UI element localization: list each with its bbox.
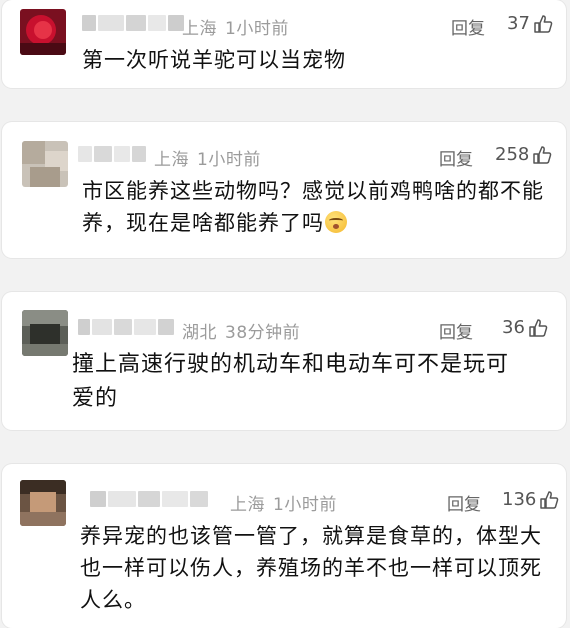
comment-line: 第一次听说羊驼可以当宠物 [82,48,346,72]
like-button[interactable]: 37 [507,13,553,34]
location-label: 上海 [154,150,189,170]
comment-card: 湖北 38分钟前 回复 36 撞上高速行驶的机动车和电动车可不是玩可 爱的 [2,292,566,430]
timestamp: 38分钟前 [225,323,301,343]
avatar[interactable] [22,310,68,356]
username-redacted[interactable] [82,14,184,32]
like-button[interactable]: 258 [495,144,552,165]
reply-button[interactable]: 回复 [439,145,473,170]
location-label: 上海 [230,495,265,515]
comment-line: 人么。 [80,588,146,612]
location-label: 上海 [182,19,217,39]
avatar[interactable] [20,480,66,526]
comment-card: 上海 1小时前 回复 258 市区能养这些动物吗？感觉以前鸡鸭啥的都不能 养，现在… [2,122,566,258]
timestamp: 1小时前 [273,495,337,515]
thumbs-up-icon [533,145,552,164]
like-button[interactable]: 136 [502,489,559,510]
comment-text: 撞上高速行驶的机动车和电动车可不是玩可 爱的 [72,348,557,416]
location-label: 湖北 [182,323,217,343]
username-redacted[interactable] [78,145,146,163]
username-redacted[interactable] [78,318,174,336]
like-count: 36 [502,317,525,338]
comment-card: 上海 1小时前 回复 136 养异宠的也该管一管了，就算是食草的，体型大 也一样可… [2,464,566,628]
avatar[interactable] [20,9,66,55]
comment-line: 撞上高速行驶的机动车和电动车可不是玩可 [72,352,510,377]
like-count: 258 [495,144,530,165]
timestamp: 1小时前 [197,150,261,170]
like-count: 37 [507,13,530,34]
comment-meta: 湖北 38分钟前 [182,318,300,343]
thumbs-up-icon [529,318,548,337]
reply-button[interactable]: 回复 [447,490,481,515]
like-count: 136 [502,489,537,510]
comment-line: 也一样可以伤人，养殖场的羊不也一样可以顶死 [80,556,542,580]
reply-button[interactable]: 回复 [439,318,473,343]
comment-text: 养异宠的也该管一管了，就算是食草的，体型大 也一样可以伤人，养殖场的羊不也一样可… [80,520,560,616]
comment-line: 爱的 [72,386,119,411]
thumbs-up-icon [534,14,553,33]
comment-text: 市区能养这些动物吗？感觉以前鸡鸭啥的都不能 养，现在是啥都能养了吗 [82,175,557,239]
comment-line: 养，现在是啥都能养了吗 [82,207,557,239]
comment-line: 市区能养这些动物吗？感觉以前鸡鸭啥的都不能 [82,179,544,203]
thumbs-up-icon [540,490,559,509]
comment-meta: 上海 1小时前 [154,145,261,170]
comment-line: 养异宠的也该管一管了，就算是食草的，体型大 [80,524,542,548]
avatar[interactable] [22,141,68,187]
grinning-face-emoji [325,211,347,233]
username-redacted[interactable] [90,490,208,508]
comment-text: 第一次听说羊驼可以当宠物 [82,44,552,76]
comment-card: 上海 1小时前 回复 37 第一次听说羊驼可以当宠物 [2,0,566,88]
like-button[interactable]: 36 [502,317,548,338]
comment-meta: 上海 1小时前 [230,490,337,515]
reply-button[interactable]: 回复 [451,14,485,39]
comment-meta: 上海 1小时前 [182,14,289,39]
timestamp: 1小时前 [225,19,289,39]
